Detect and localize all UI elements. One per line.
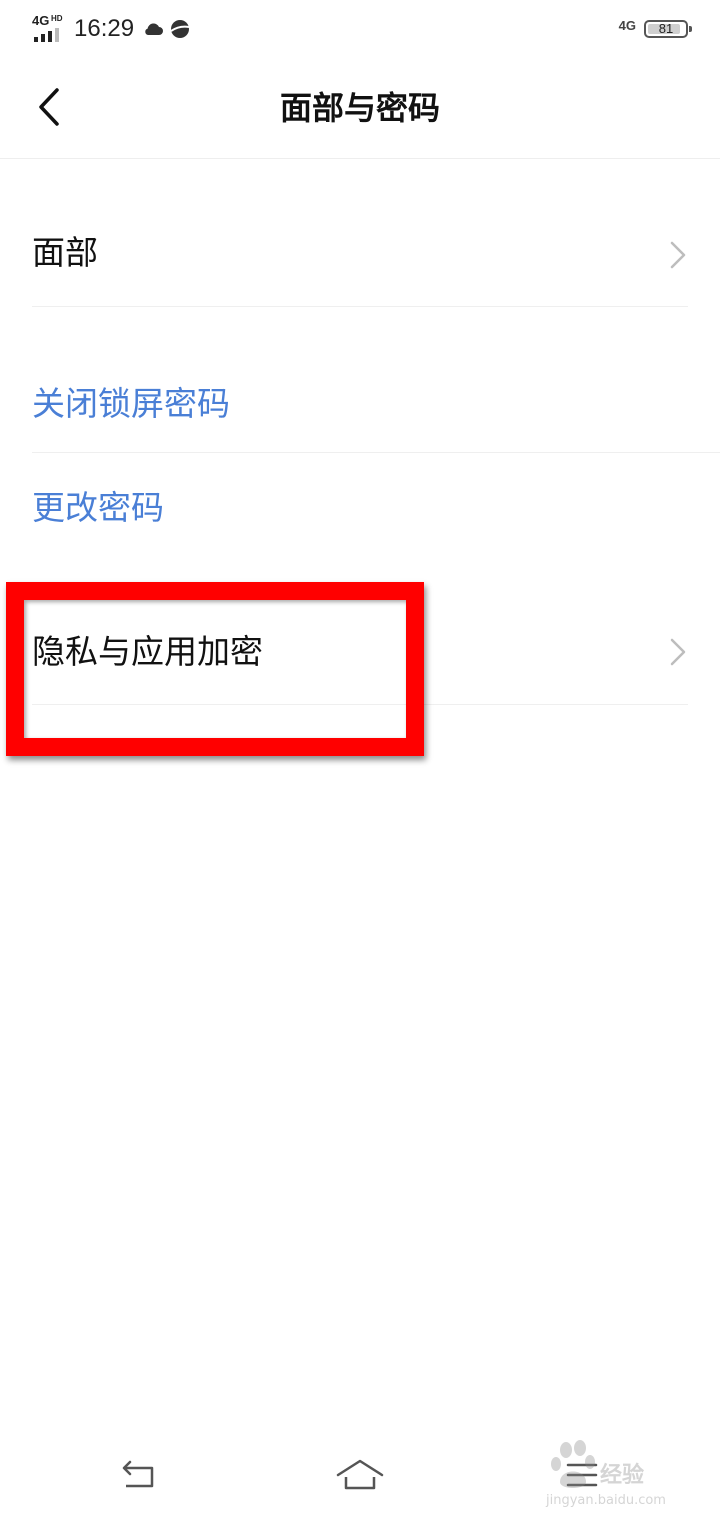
change-password-item[interactable]: 更改密码 bbox=[0, 453, 720, 563]
title-bar: 面部与密码 bbox=[0, 58, 720, 159]
chevron-right-icon bbox=[670, 638, 686, 666]
change-password-label: 更改密码 bbox=[32, 488, 164, 527]
battery-level: 81 bbox=[658, 21, 674, 36]
page-title: 面部与密码 bbox=[279, 89, 440, 127]
face-item-label: 面部 bbox=[32, 233, 98, 272]
nav-home-button[interactable] bbox=[330, 1450, 390, 1500]
privacy-app-encryption-item[interactable]: 隐私与应用加密 bbox=[0, 563, 720, 705]
home-icon bbox=[336, 1459, 384, 1490]
hd-badge: HD bbox=[51, 14, 63, 23]
battery-icon: 81 bbox=[644, 20, 692, 38]
nav-menu-button[interactable] bbox=[552, 1450, 612, 1500]
status-bar: 4G HD 16:29 4G 81 bbox=[0, 0, 720, 58]
return-arrow-icon bbox=[122, 1460, 154, 1488]
nav-back-button[interactable] bbox=[108, 1450, 168, 1500]
privacy-app-encryption-label: 隐私与应用加密 bbox=[32, 632, 263, 671]
cloud-icon bbox=[145, 23, 164, 35]
divider bbox=[32, 306, 688, 307]
navigation-bar bbox=[0, 1430, 720, 1520]
network-type: 4G bbox=[32, 13, 50, 28]
status-bar-right: 4G 81 bbox=[618, 14, 692, 44]
status-bar-left: 4G HD 16:29 bbox=[32, 12, 194, 46]
disable-lock-password-item[interactable]: 关闭锁屏密码 bbox=[0, 360, 720, 452]
face-item[interactable]: 面部 bbox=[0, 160, 720, 307]
divider bbox=[32, 704, 688, 705]
menu-icon bbox=[566, 1463, 598, 1487]
disable-lock-password-label: 关闭锁屏密码 bbox=[32, 384, 230, 423]
chevron-right-icon bbox=[670, 241, 686, 269]
signal-icon: 4G HD bbox=[32, 14, 66, 44]
status-time: 16:29 bbox=[74, 15, 135, 42]
network-type-right: 4G bbox=[618, 17, 636, 33]
planet-icon bbox=[170, 20, 190, 38]
